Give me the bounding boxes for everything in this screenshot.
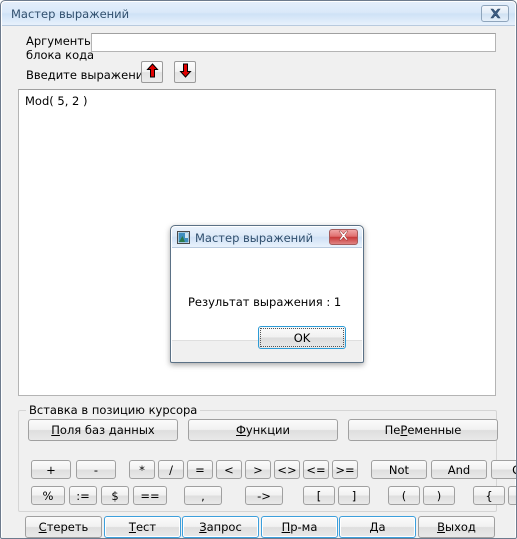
ok-button[interactable]: OK bbox=[258, 326, 346, 349]
operator-button-btn[interactable]: % bbox=[31, 486, 65, 505]
arrow-down-icon bbox=[178, 63, 192, 81]
operator-button-btn[interactable]: <> bbox=[274, 460, 300, 479]
app-window-icon bbox=[177, 231, 190, 244]
close-x-icon bbox=[489, 8, 502, 19]
operator-button-btn[interactable]: := bbox=[69, 486, 97, 505]
result-dialog-close-button[interactable] bbox=[329, 229, 358, 245]
insert-db-fields-button[interactable]: Поля баз данных bbox=[28, 419, 178, 441]
operator-button-btn[interactable]: > bbox=[245, 460, 271, 479]
operator-button-btn[interactable]: $ bbox=[101, 486, 129, 505]
test-button[interactable]: Тест bbox=[104, 516, 181, 538]
args-label-line1: Аргументы bbox=[26, 34, 94, 48]
erase-button[interactable]: Стереть bbox=[25, 516, 102, 538]
operator-button-btn[interactable]: ) bbox=[423, 486, 455, 505]
yes-button[interactable]: Да bbox=[339, 516, 416, 538]
operator-button-btn[interactable]: + bbox=[31, 460, 71, 479]
args-label: Аргументы блока кода bbox=[26, 34, 94, 62]
operator-button-btn[interactable]: = bbox=[187, 460, 213, 479]
operator-button-btn[interactable]: >= bbox=[332, 460, 358, 479]
move-up-button[interactable] bbox=[141, 61, 163, 83]
insert-functions-button[interactable]: Функции bbox=[188, 419, 338, 441]
result-message: Результат выражения : 1 bbox=[188, 295, 342, 309]
operator-button-and[interactable]: And bbox=[431, 460, 487, 479]
expression-label: Введите выражение: bbox=[26, 68, 155, 82]
close-button[interactable] bbox=[481, 5, 509, 22]
operator-button-btn[interactable]: / bbox=[158, 460, 184, 479]
operator-button-btn[interactable]: * bbox=[129, 460, 155, 479]
operator-button-or[interactable]: Or bbox=[491, 460, 516, 479]
operator-button-btn[interactable]: } bbox=[508, 486, 516, 505]
exit-button[interactable]: Выход bbox=[418, 516, 495, 538]
operator-button-btn[interactable]: -> bbox=[245, 486, 283, 505]
operator-button-btn[interactable]: , bbox=[184, 486, 222, 505]
title-bar: Мастер выражений bbox=[2, 2, 515, 26]
operator-button-not[interactable]: Not bbox=[371, 460, 427, 479]
operator-button-btn[interactable]: ] bbox=[338, 486, 370, 505]
move-down-button[interactable] bbox=[174, 61, 196, 83]
args-label-line2: блока кода bbox=[26, 48, 95, 62]
query-button[interactable]: Запрос bbox=[182, 516, 259, 538]
operator-button-btn[interactable]: { bbox=[473, 486, 505, 505]
code-block-args-input[interactable] bbox=[91, 33, 496, 52]
window-title: Мастер выражений bbox=[11, 7, 130, 21]
result-dialog: Мастер выражений Результат выражения : 1… bbox=[170, 225, 364, 363]
arrow-up-icon bbox=[145, 63, 159, 81]
insert-variables-button[interactable]: Пе Ременные bbox=[348, 419, 498, 441]
expression-wizard-window: Мастер выражений Аргументы блока кода Вв… bbox=[0, 0, 517, 539]
preview-button[interactable]: Пр-ма bbox=[261, 516, 338, 538]
operator-button-btn[interactable]: - bbox=[76, 460, 116, 479]
action-button-bar: Стереть Тест Запрос Пр-ма Да Выход bbox=[2, 516, 515, 538]
operator-button-btn[interactable]: [ bbox=[303, 486, 335, 505]
operator-button-btn[interactable]: == bbox=[133, 486, 167, 505]
operator-button-btn[interactable]: ( bbox=[388, 486, 420, 505]
insert-at-cursor-group-title: Вставка в позицию курсора bbox=[26, 403, 201, 417]
result-dialog-title: Мастер выражений bbox=[195, 231, 314, 245]
result-dialog-title-bar: Мастер выражений bbox=[172, 227, 362, 248]
close-x-icon bbox=[337, 230, 350, 244]
operator-button-btn[interactable]: < bbox=[216, 460, 242, 479]
operator-button-btn[interactable]: <= bbox=[303, 460, 329, 479]
